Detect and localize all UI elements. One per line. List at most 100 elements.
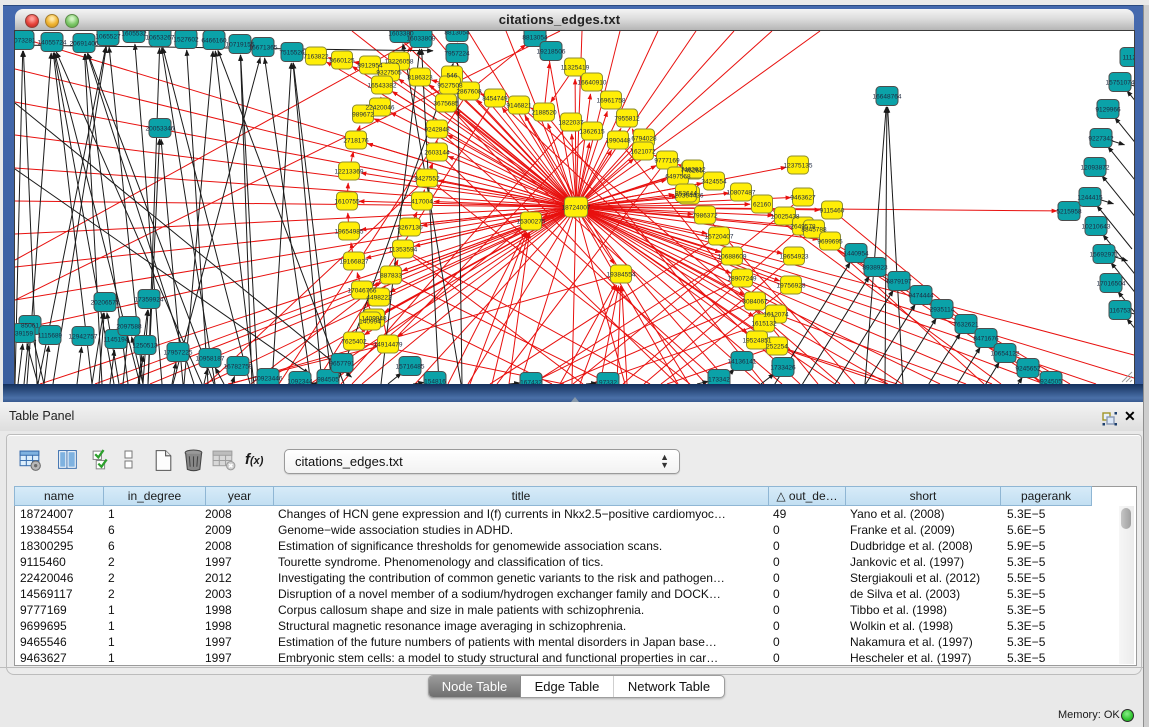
svg-text:8912954: 8912954: [357, 63, 383, 70]
svg-text:19166827: 19166827: [340, 259, 369, 266]
svg-text:62160: 62160: [753, 202, 771, 209]
svg-text:15692971: 15692971: [1090, 252, 1119, 259]
svg-text:3424554: 3424554: [701, 179, 727, 186]
svg-text:2603144: 2603144: [424, 150, 450, 157]
svg-text:9227342: 9227342: [1088, 136, 1114, 143]
svg-text:12942757: 12942757: [69, 334, 98, 341]
svg-text:17046766: 17046766: [348, 288, 377, 295]
svg-text:3084067: 3084067: [742, 299, 768, 306]
svg-text:16648764: 16648764: [873, 94, 902, 101]
svg-text:1250513: 1250513: [132, 343, 158, 350]
svg-text:8845788: 8845788: [801, 227, 827, 234]
svg-text:6466160: 6466160: [201, 38, 227, 45]
svg-text:12093872: 12093872: [1081, 165, 1110, 172]
svg-text:252254: 252254: [766, 344, 788, 351]
svg-text:1527602: 1527602: [173, 37, 199, 44]
svg-text:1115689: 1115689: [38, 333, 63, 340]
svg-text:1145194: 1145194: [104, 337, 129, 344]
svg-text:546: 546: [447, 73, 458, 80]
svg-text:17957225: 17957225: [164, 350, 193, 357]
svg-text:7625402: 7625402: [341, 339, 367, 346]
svg-text:8813054: 8813054: [522, 35, 548, 42]
svg-text:20053346: 20053346: [146, 126, 175, 133]
svg-text:1612074: 1612074: [763, 312, 789, 319]
svg-text:9463627: 9463627: [790, 195, 816, 202]
svg-text:19654923: 19654923: [780, 254, 809, 261]
svg-text:8660125: 8660125: [329, 58, 355, 65]
svg-text:2097588: 2097588: [116, 324, 142, 331]
svg-text:9699695: 9699695: [817, 239, 843, 246]
svg-text:1065527: 1065527: [95, 34, 121, 41]
svg-text:8813054: 8813054: [444, 31, 470, 37]
svg-text:15720407: 15720407: [705, 234, 734, 241]
svg-text:1615132: 1615132: [751, 321, 777, 328]
svg-text:22420046: 22420046: [366, 105, 395, 112]
svg-text:10807487: 10807487: [727, 190, 756, 197]
svg-text:11325419: 11325419: [561, 65, 590, 72]
svg-text:9115460: 9115460: [820, 208, 845, 215]
svg-text:15300275: 15300275: [517, 219, 546, 226]
svg-text:7462612: 7462612: [680, 167, 706, 174]
svg-text:9474444: 9474444: [908, 293, 934, 300]
svg-text:7986372: 7986372: [692, 213, 718, 220]
svg-text:116753: 116753: [1109, 308, 1131, 315]
svg-text:140994: 140994: [359, 319, 381, 326]
svg-text:6879197: 6879197: [886, 279, 912, 286]
svg-text:6794028: 6794028: [631, 136, 657, 143]
svg-text:9073281: 9073281: [15, 38, 36, 45]
svg-text:417004: 417004: [411, 199, 433, 206]
svg-text:39159: 39159: [15, 331, 33, 338]
svg-text:16671365: 16671365: [249, 45, 278, 52]
svg-text:1440954: 1440954: [843, 251, 869, 258]
svg-text:16033809: 16033809: [407, 36, 436, 43]
svg-text:19654985: 19654985: [335, 229, 364, 236]
svg-text:7957224: 7957224: [444, 51, 470, 58]
svg-text:7515526: 7515526: [279, 50, 305, 57]
svg-text:1733426: 1733426: [770, 365, 796, 372]
svg-text:11123: 11123: [1122, 55, 1134, 62]
svg-text:9129966: 9129966: [1095, 107, 1121, 114]
svg-text:8186323: 8186323: [407, 75, 433, 82]
svg-text:984505: 984505: [317, 377, 339, 384]
svg-text:7632621: 7632621: [953, 322, 979, 329]
svg-text:887833: 887833: [380, 273, 402, 280]
svg-text:10653267: 10653267: [146, 35, 175, 42]
svg-text:10923446: 10923446: [254, 376, 283, 383]
svg-text:16640910: 16640910: [578, 80, 607, 87]
svg-text:2867608: 2867608: [456, 89, 482, 96]
svg-text:8471676: 8471676: [973, 336, 999, 343]
svg-text:7955812: 7955812: [614, 116, 640, 123]
svg-text:19756928: 19756928: [777, 283, 806, 290]
svg-text:1822037: 1822037: [558, 120, 584, 127]
svg-text:14914479: 14914479: [374, 342, 403, 349]
svg-text:19384554: 19384554: [607, 272, 636, 279]
svg-text:8454749: 8454749: [482, 96, 508, 103]
svg-text:9146821: 9146821: [506, 103, 532, 110]
svg-text:9657791: 9657791: [329, 361, 355, 368]
svg-text:989672: 989672: [352, 112, 374, 119]
svg-text:16961758: 16961758: [597, 98, 626, 105]
svg-text:15751074: 15751074: [1106, 80, 1134, 87]
svg-text:9327505: 9327505: [376, 70, 402, 77]
svg-text:10210643: 10210643: [1082, 224, 1111, 231]
svg-text:10958187: 10958187: [196, 356, 225, 363]
svg-text:1362615: 1362615: [579, 129, 605, 136]
svg-text:173342: 173342: [708, 377, 730, 384]
svg-text:1990448: 1990448: [605, 138, 631, 145]
svg-text:18724007: 18724007: [562, 205, 591, 212]
svg-text:9242848: 9242848: [424, 127, 450, 134]
svg-text:8938923: 8938923: [862, 265, 888, 272]
svg-text:11353594: 11353594: [389, 247, 418, 254]
svg-text:10654122: 10654122: [991, 351, 1020, 358]
svg-text:1610755: 1610755: [334, 199, 360, 206]
svg-text:19218506: 19218506: [537, 49, 566, 56]
svg-text:6497568: 6497568: [665, 174, 691, 181]
svg-text:10688609: 10688609: [718, 254, 747, 261]
svg-text:9245652: 9245652: [1015, 366, 1041, 373]
svg-text:5215958: 5215958: [1056, 209, 1082, 216]
svg-text:10025438: 10025438: [771, 214, 800, 221]
svg-text:13226058: 13226058: [385, 59, 414, 66]
svg-text:4498222: 4498222: [366, 295, 392, 302]
svg-text:85061: 85061: [21, 323, 39, 330]
svg-text:7163822: 7163822: [303, 54, 329, 61]
